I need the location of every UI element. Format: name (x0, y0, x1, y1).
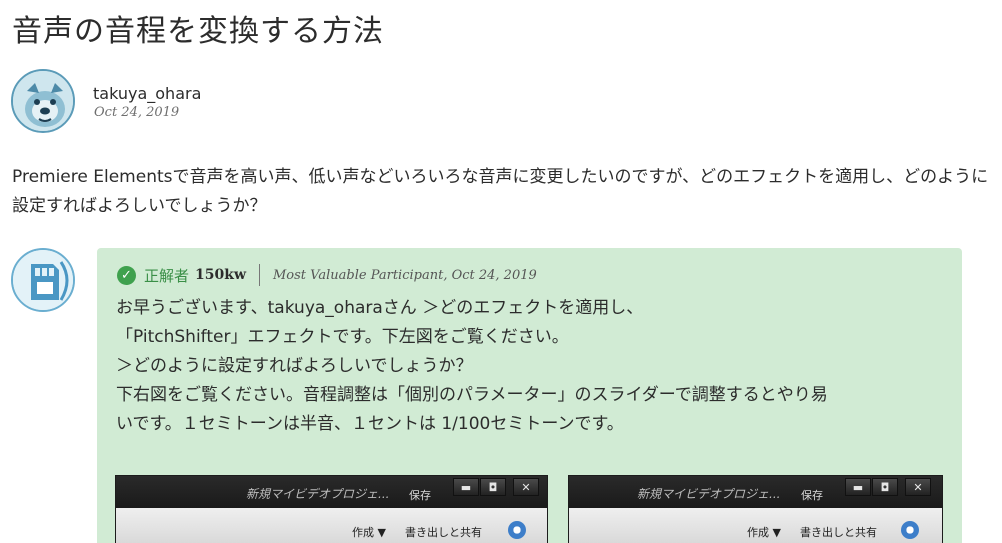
answer-line: 下右図をご覧ください。音程調整は「個別のパラメーター」のスライダーで調整するとや… (116, 385, 828, 405)
screenshot-project-title: 新規マイビデオプロジェ... (246, 487, 390, 501)
screenshot-left[interactable]: 新規マイビデオプロジェ... 保存 ▬ ◘ ✕ 作成 ▼ 書き出しと共有 (115, 475, 548, 543)
maximize-icon: ◘ (480, 478, 506, 496)
screenshot-save-label: 保存 (801, 489, 823, 502)
gear-icon (508, 521, 526, 539)
answer-line: いです。１セミトーンは半音、１セントは 1/100セミトーンです。 (116, 414, 624, 434)
page-title: 音声の音程を変換する方法 (12, 14, 384, 49)
accepted-badge: 正解者 (144, 266, 190, 285)
maximize-icon: ◘ (872, 478, 898, 496)
screenshot-menu-create: 作成 ▼ (747, 526, 781, 539)
author-avatar[interactable] (11, 69, 75, 133)
answer-line: 「PitchShifter」エフェクトです。下左図をご覧ください。 (116, 327, 569, 347)
minimize-icon: ▬ (845, 478, 871, 496)
sd-card-avatar-icon (13, 250, 73, 310)
bulldog-avatar-icon (13, 71, 73, 131)
close-icon: ✕ (905, 478, 931, 496)
screenshot-toolbar (116, 508, 547, 543)
answer-body: お早うございます、takuya_oharaさん ＞どのエフェクトを適用し、 「P… (116, 294, 956, 439)
screenshot-menu-share: 書き出しと共有 (800, 526, 877, 539)
answer-author-avatar[interactable] (11, 248, 75, 312)
screenshot-menu-share: 書き出しと共有 (405, 526, 482, 539)
header-divider (259, 264, 260, 286)
answer-rank-date: Most Valuable Participant, Oct 24, 2019 (273, 267, 537, 283)
answer-author-name[interactable]: 150kw (195, 267, 246, 283)
screenshot-right[interactable]: 新規マイビデオプロジェ... 保存 ▬ ◘ ✕ 作成 ▼ 書き出しと共有 (568, 475, 943, 543)
post-date: Oct 24, 2019 (94, 105, 180, 120)
question-body: Premiere Elementsで音声を高い声、低い声などいろいろな音声に変更… (12, 167, 989, 216)
post-author-name[interactable]: takuya_ohara (93, 84, 201, 103)
close-icon: ✕ (513, 478, 539, 496)
check-circle-icon: ✓ (117, 265, 136, 285)
screenshot-menu-create: 作成 ▼ (352, 526, 386, 539)
screenshot-save-label: 保存 (409, 489, 431, 502)
answer-header: ✓ 正解者 150kw Most Valuable Participant, O… (117, 264, 537, 286)
gear-icon (901, 521, 919, 539)
answer-line: ＞どのように設定すればよろしいでしょうか？ (116, 356, 473, 376)
screenshot-project-title: 新規マイビデオプロジェ... (637, 487, 781, 501)
answer-line: お早うございます、takuya_oharaさん ＞どのエフェクトを適用し、 (116, 298, 644, 318)
minimize-icon: ▬ (453, 478, 479, 496)
